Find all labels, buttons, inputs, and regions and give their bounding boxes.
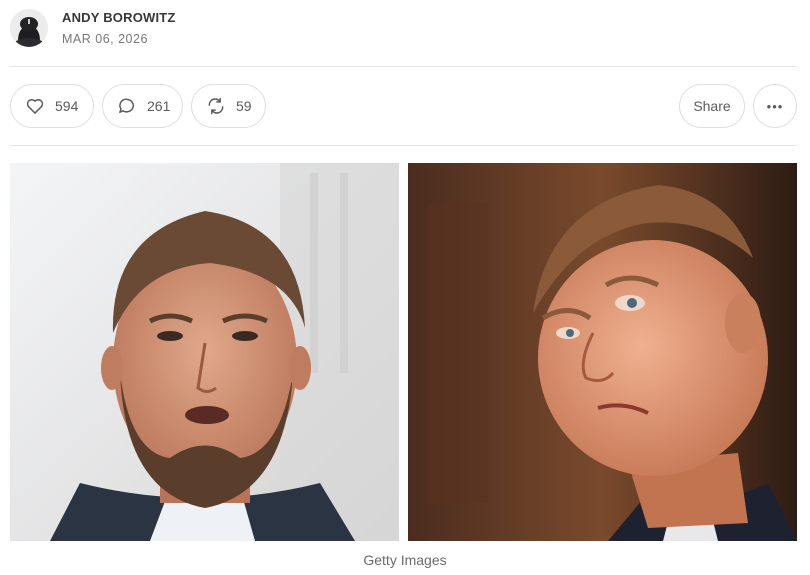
comment-bubble-icon xyxy=(116,95,138,117)
image-caption: Getty Images xyxy=(363,552,447,568)
restack-count: 59 xyxy=(236,98,252,114)
photo-left xyxy=(10,163,399,541)
post-date: MAR 06, 2026 xyxy=(62,31,148,46)
restack-icon xyxy=(205,95,227,117)
photo-right xyxy=(408,163,797,541)
like-count: 594 xyxy=(55,98,79,114)
photo-right-image xyxy=(408,163,797,541)
photo-left-image xyxy=(10,163,399,541)
like-button[interactable]: 594 xyxy=(10,84,94,128)
post-byline: ANDY BOROWITZ MAR 06, 2026 xyxy=(10,9,176,47)
author-avatar[interactable] xyxy=(10,9,48,47)
author-name[interactable]: ANDY BOROWITZ xyxy=(62,10,176,26)
divider-bottom xyxy=(10,145,797,146)
share-button[interactable]: Share xyxy=(679,84,745,128)
more-dots-icon: ••• xyxy=(766,98,784,114)
comment-button[interactable]: 261 xyxy=(102,84,183,128)
more-options-button[interactable]: ••• xyxy=(753,84,797,128)
share-label: Share xyxy=(693,98,731,114)
divider-top xyxy=(10,66,797,67)
heart-icon xyxy=(24,95,46,117)
comment-count: 261 xyxy=(147,98,171,114)
restack-button[interactable]: 59 xyxy=(191,84,266,128)
